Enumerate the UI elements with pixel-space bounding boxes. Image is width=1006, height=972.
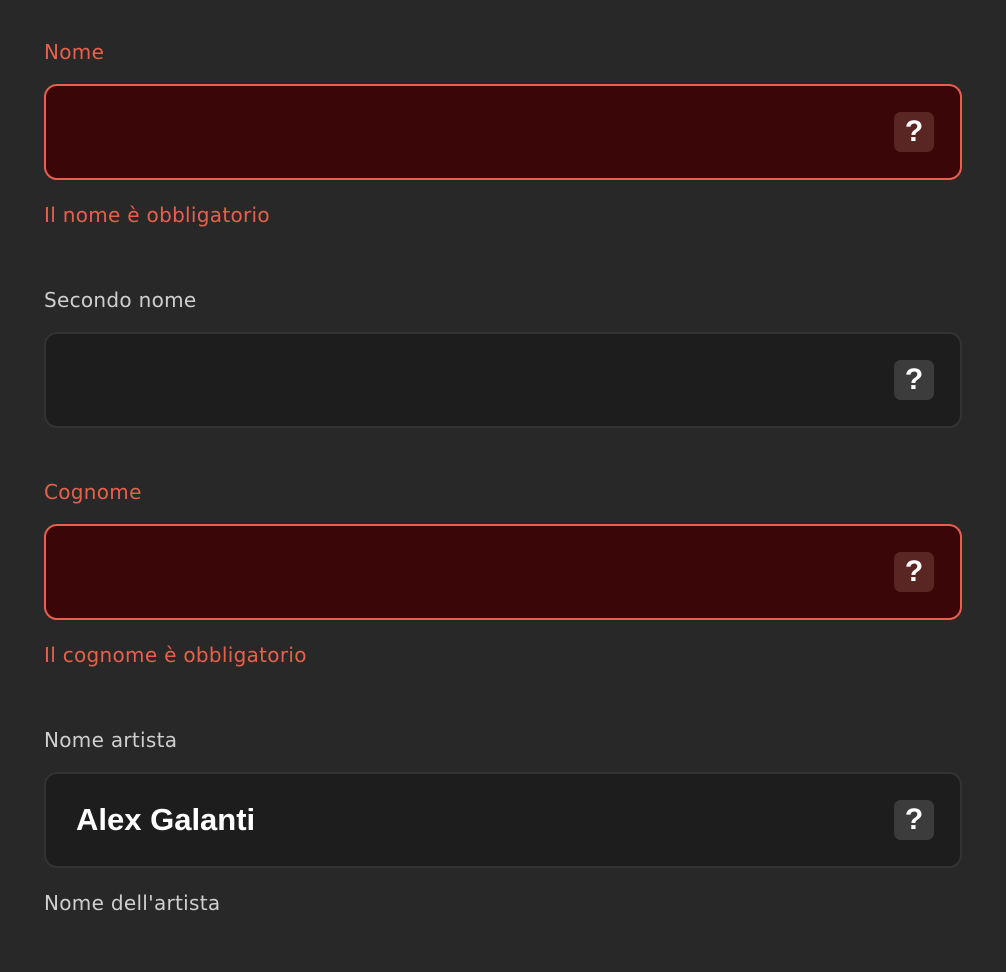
- question-mark-icon[interactable]: ?: [894, 552, 934, 592]
- artist-profile-form: Nome ? Il nome è obbligatorio Secondo no…: [0, 0, 1006, 972]
- artist-name-helper-text: Nome dell'artista: [44, 891, 221, 915]
- first-name-label: Nome: [44, 40, 105, 64]
- last-name-label: Cognome: [44, 480, 142, 504]
- middle-name-field[interactable]: ?: [44, 332, 962, 428]
- first-name-error-message: Il nome è obbligatorio: [44, 203, 270, 227]
- middle-name-input[interactable]: [76, 334, 876, 426]
- artist-name-field[interactable]: ?: [44, 772, 962, 868]
- question-mark-icon[interactable]: ?: [894, 800, 934, 840]
- middle-name-label: Secondo nome: [44, 288, 197, 312]
- question-mark-icon[interactable]: ?: [894, 360, 934, 400]
- last-name-field[interactable]: ?: [44, 524, 962, 620]
- artist-name-input[interactable]: [76, 774, 876, 866]
- last-name-input[interactable]: [76, 526, 876, 618]
- first-name-field[interactable]: ?: [44, 84, 962, 180]
- artist-name-label: Nome artista: [44, 728, 178, 752]
- last-name-error-message: Il cognome è obbligatorio: [44, 643, 307, 667]
- first-name-input[interactable]: [76, 86, 876, 178]
- question-mark-icon[interactable]: ?: [894, 112, 934, 152]
